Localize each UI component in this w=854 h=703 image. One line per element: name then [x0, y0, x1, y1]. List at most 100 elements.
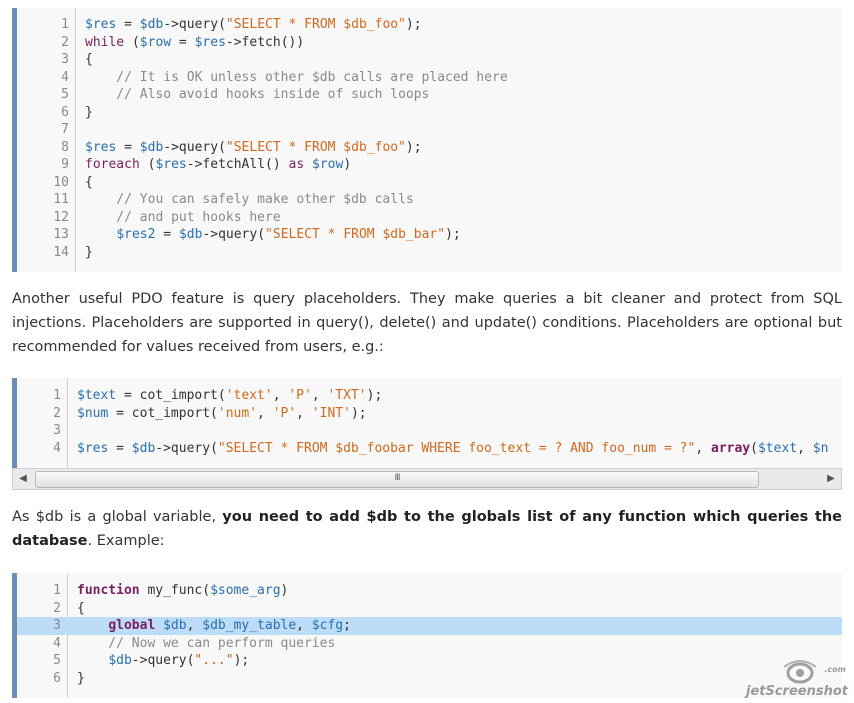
- code-token: $row: [312, 157, 344, 172]
- horizontal-scrollbar[interactable]: ◀ III ▶: [12, 468, 842, 490]
- code-token: }: [85, 244, 93, 260]
- code-text: $res = $db->query("SELECT * FROM $db_foo…: [85, 16, 422, 34]
- code-line: 3{: [17, 51, 842, 69]
- code-token: {: [85, 52, 93, 67]
- code-token: $db_my_table: [202, 618, 297, 633]
- scrollbar-thumb[interactable]: III: [35, 471, 759, 488]
- code-token: (: [139, 157, 156, 172]
- code-line: 3 global $db, $db_my_table, $cfg;: [17, 617, 842, 635]
- code-token: array: [711, 440, 751, 456]
- code-token: 'TXT': [327, 388, 367, 403]
- code-text: // Now we can perform queries: [77, 635, 335, 653]
- scroll-right-arrow-icon[interactable]: ▶: [823, 469, 839, 489]
- code-token: ): [280, 583, 289, 598]
- line-number: 2: [53, 600, 61, 616]
- code-token: {: [77, 600, 85, 616]
- line-number: 4: [53, 440, 61, 456]
- code-token: ,: [296, 618, 312, 633]
- code-line: 4 $res = $db->query("SELECT * FROM $db_fo…: [17, 440, 842, 458]
- code-token: $db: [139, 17, 164, 32]
- code-token: $res: [155, 157, 187, 172]
- code-token: ,: [311, 388, 328, 403]
- jetscreenshot-watermark: .com jetScreenshot: [738, 659, 848, 699]
- code-token: "SELECT * FROM $db_foo": [225, 139, 406, 155]
- code-token: }: [85, 104, 93, 120]
- code-line: 10 {: [17, 174, 842, 192]
- line-number: 7: [61, 122, 69, 137]
- code-text: global $db, $db_my_table, $cfg;: [77, 617, 351, 635]
- line-number: 3: [61, 52, 69, 67]
- code-token: ): [343, 157, 352, 172]
- code-text: $num = cot_import('num', 'P', 'INT');: [77, 405, 367, 423]
- code-token: );: [445, 227, 461, 242]
- code-text: }: [85, 244, 93, 262]
- code-token: =: [116, 139, 140, 155]
- line-number: 4: [61, 69, 69, 85]
- code-text: // and put hooks here: [85, 209, 280, 227]
- paragraph-placeholders: Another useful PDO feature is query plac…: [12, 291, 842, 355]
- code-token: ->fetch()): [225, 34, 305, 50]
- code-text: // It is OK unless other $db calls are p…: [85, 69, 507, 87]
- code-token: (: [124, 34, 140, 50]
- code-token: 'num': [217, 405, 258, 421]
- code-token: =: [108, 440, 132, 456]
- code-line: 6}: [17, 670, 842, 688]
- watermark-sub: .com: [824, 665, 846, 674]
- code-token: {: [85, 174, 93, 190]
- code-line: 3: [17, 422, 842, 440]
- scroll-left-arrow-icon[interactable]: ◀: [15, 469, 31, 489]
- line-number: 5: [61, 87, 69, 102]
- code-token: $db: [108, 653, 132, 668]
- line-number: 3: [53, 618, 61, 633]
- code-line: 9 foreach ($res->fetchAll() as $row): [17, 156, 842, 174]
- code-token: );: [233, 653, 250, 668]
- line-number: 14: [53, 244, 69, 260]
- code-token: $db: [163, 618, 187, 633]
- code-line: 2 $num = cot_import('num', 'P', 'INT');: [17, 405, 842, 423]
- code-token: }: [77, 670, 85, 686]
- code-line: 11 // You can safely make other $db call…: [17, 191, 842, 209]
- code-line: 7: [17, 121, 842, 139]
- code-token: $res: [85, 17, 117, 32]
- code-text: while ($row = $res->fetch()): [85, 34, 304, 52]
- code-text: {: [85, 51, 93, 69]
- code-text: // You can safely make other $db calls: [85, 191, 413, 209]
- line-number: 12: [53, 209, 69, 225]
- code-token: "SELECT * FROM $db_bar": [265, 227, 446, 242]
- code-text: // Also avoid hooks inside of such loops: [85, 86, 429, 104]
- code-token: ;: [343, 618, 351, 633]
- line-number: 2: [61, 34, 69, 50]
- code-token: $num: [77, 405, 109, 421]
- line-number: 6: [53, 670, 61, 686]
- code-token: $n: [812, 440, 829, 456]
- code-token: $db: [131, 440, 156, 456]
- code-token: $res2: [116, 227, 156, 242]
- code-token: as: [288, 157, 305, 172]
- code-token: =: [171, 34, 195, 50]
- code-token: 'P': [288, 388, 312, 403]
- code-line: 14}: [17, 244, 842, 262]
- code-token: ,: [296, 405, 312, 421]
- line-number: 1: [53, 583, 61, 598]
- paragraph-text-end: . Example:: [87, 533, 165, 549]
- code-token: "SELECT * FROM $db_foo": [225, 17, 406, 32]
- code-token: $cfg: [311, 618, 344, 633]
- code-line: 8 $res = $db->query("SELECT * FROM $db_fo…: [17, 139, 842, 157]
- code-text: $res2 = $db->query("SELECT * FROM $db_ba…: [85, 226, 461, 244]
- code-token: $res: [85, 139, 117, 155]
- code-token: // Also avoid hooks inside of such loops: [85, 87, 430, 102]
- code-token: my_func(: [139, 583, 211, 598]
- code-line: 4 // Now we can perform queries: [17, 635, 842, 653]
- code-token: ,: [272, 388, 289, 403]
- line-number: 9: [61, 157, 69, 172]
- code-token: ->query(: [202, 227, 266, 242]
- code-token: $text: [77, 388, 117, 403]
- code-token: 'P': [272, 405, 297, 421]
- code-text: $db->query("...");: [77, 652, 249, 670]
- code-token: );: [350, 405, 367, 421]
- code-token: = cot_import(: [116, 388, 226, 403]
- code-token: $db: [178, 227, 203, 242]
